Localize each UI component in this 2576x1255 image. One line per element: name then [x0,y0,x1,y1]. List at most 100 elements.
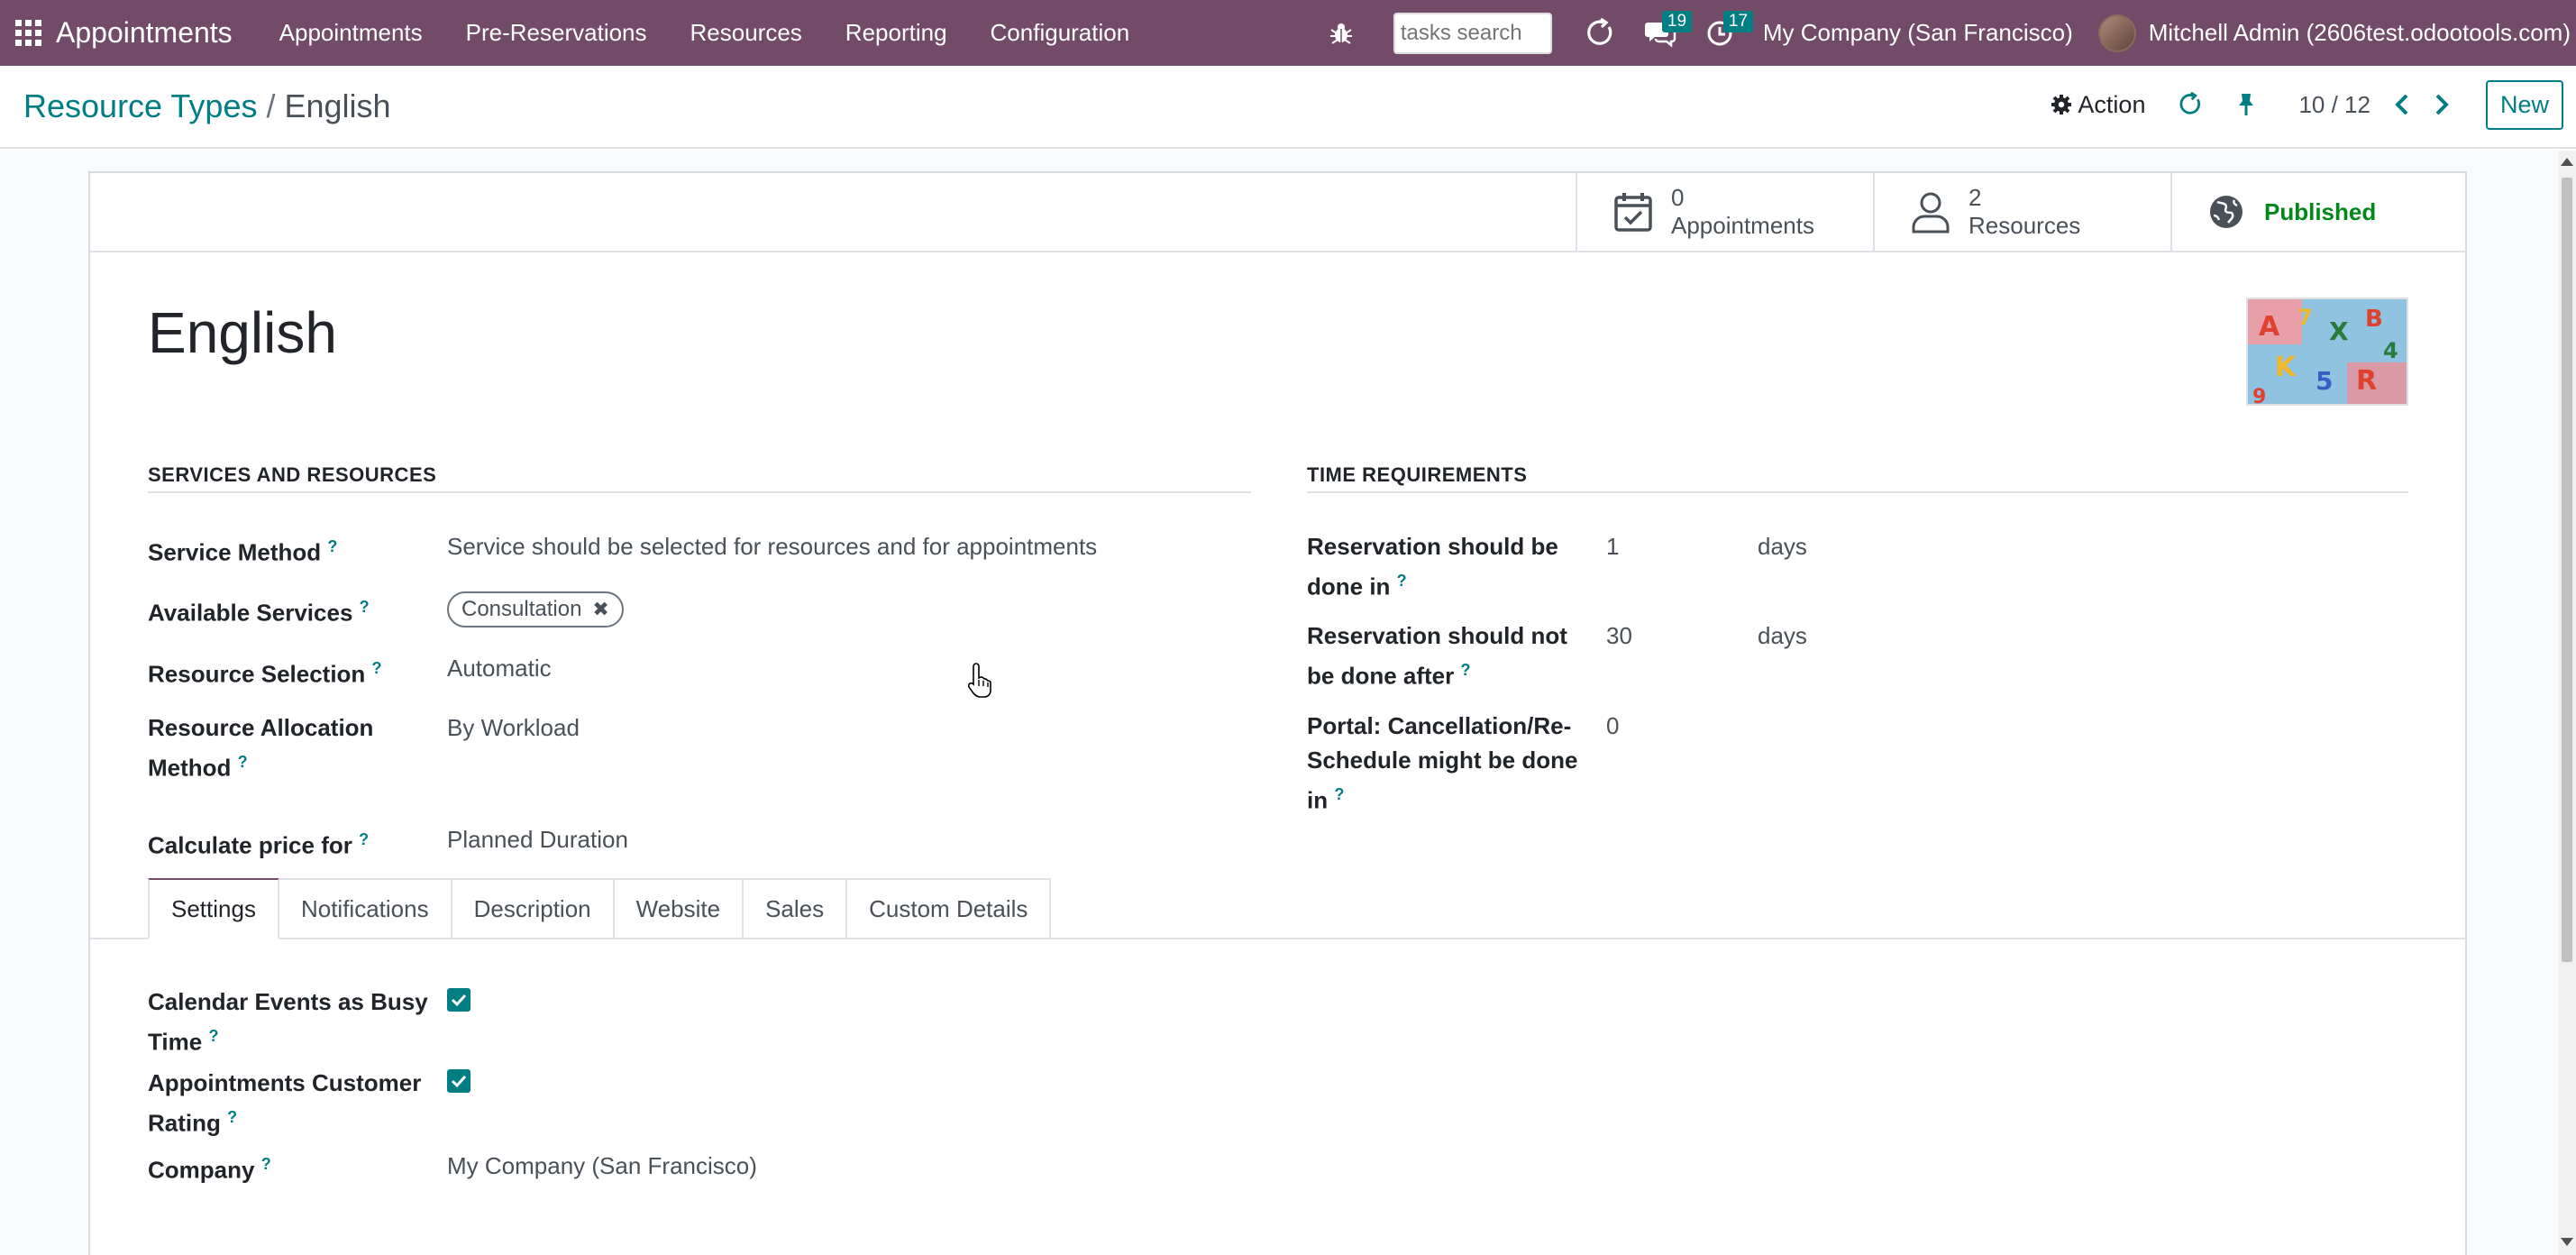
record-image[interactable]: A 7 X B K 5 R 4 9 [2246,298,2408,406]
help-icon[interactable]: ? [1397,572,1407,590]
help-icon[interactable]: ? [208,1027,218,1045]
appointments-smart-button[interactable]: 0 Appointments [1576,173,1873,251]
company-label: Company ? [148,1155,271,1184]
not-after-label: Reservation should not be done after ? [1307,622,1567,690]
discard-refresh-icon[interactable] [2178,92,2203,117]
time-section-divider [1307,491,2408,493]
company-value[interactable]: My Company (San Francisco) [447,1149,757,1183]
portal-cancellation-value[interactable]: 0 [1606,709,1619,743]
published-smart-button[interactable]: Published [2170,173,2465,251]
tab-website[interactable]: Website [614,878,744,939]
menu-configuration[interactable]: Configuration [969,19,1152,47]
menu-appointments[interactable]: Appointments [258,19,444,47]
messages-icon[interactable]: 19 [1630,0,1693,66]
svg-text:9: 9 [2252,386,2266,406]
breadcrumb-separator: / [266,87,276,124]
activities-badge: 17 [1722,11,1754,32]
done-in-unit: days [1758,533,1807,560]
menu-pre-reservations[interactable]: Pre-Reservations [444,19,669,47]
not-after-value[interactable]: 30 [1606,618,1632,653]
services-section-title: SERVICES AND RESOURCES [148,463,437,486]
pin-icon[interactable] [2235,92,2257,117]
svg-text:A: A [2259,311,2280,343]
new-button[interactable]: New [2485,79,2563,130]
tab-notifications[interactable]: Notifications [279,878,452,939]
service-tag-consultation[interactable]: Consultation ✖ [447,591,624,628]
control-actions: Action 10 / 12 New [2051,78,2563,131]
appointments-count: 0 [1671,184,1685,211]
scrollbar-thumb[interactable] [2562,178,2572,962]
svg-text:X: X [2329,316,2349,346]
breadcrumb-resource-types[interactable]: Resource Types [23,87,257,124]
user-menu[interactable]: Mitchell Admin (2606test.odootools.com) [2149,19,2576,47]
notebook-tabs: Settings Notifications Description Websi… [148,878,1052,939]
help-icon[interactable]: ? [1460,661,1470,679]
checkmark-icon [451,1075,467,1088]
resource-selection-label: Resource Selection ? [148,659,382,688]
resource-selection-value[interactable]: Automatic [447,651,552,685]
help-icon[interactable]: ? [327,537,337,555]
scroll-down-arrow-icon[interactable] [2561,1238,2573,1246]
tab-description[interactable]: Description [452,878,615,939]
smart-button-box: 0 Appointments 2 Resources Published [90,173,2465,252]
company-switcher[interactable]: My Company (San Francisco) [1749,19,2098,47]
resources-smart-button[interactable]: 2 Resources [1873,173,2170,251]
messages-badge: 19 [1661,11,1693,32]
svg-text:K: K [2275,352,2297,383]
app-brand[interactable]: Appointments [56,16,233,50]
menu-reporting[interactable]: Reporting [824,19,969,47]
user-avatar[interactable] [2097,14,2136,52]
service-method-label: Service Method ? [148,537,338,566]
help-icon[interactable]: ? [261,1155,271,1173]
customer-rating-label: Appointments Customer Rating ? [148,1069,422,1137]
allocation-method-value[interactable]: By Workload [447,710,580,745]
price-value[interactable]: Planned Duration [447,822,628,857]
svg-text:R: R [2356,365,2377,397]
chevron-right-icon[interactable] [2434,93,2450,116]
tab-sales[interactable]: Sales [744,878,848,939]
control-panel: Resource Types / English Action 10 / 12 Ne… [0,66,2576,149]
action-label: Action [2078,90,2146,118]
help-icon[interactable]: ? [238,753,248,771]
action-button[interactable]: Action [2051,91,2145,119]
customer-rating-checkbox[interactable] [447,1069,470,1093]
activities-clock-icon[interactable]: 17 [1691,0,1754,66]
tag-remove-icon[interactable]: ✖ [592,598,608,621]
published-label: Published [2264,197,2377,225]
busy-time-checkbox[interactable] [447,988,470,1012]
app-menu-icon[interactable] [0,0,56,66]
refresh-icon[interactable] [1570,0,1630,66]
help-icon[interactable]: ? [360,598,370,616]
hand-cursor-icon [967,662,994,702]
available-services-label: Available Services ? [148,598,370,627]
tasks-search-input[interactable] [1393,12,1552,54]
help-icon[interactable]: ? [227,1108,237,1126]
top-navbar: Appointments Appointments Pre-Reservatio… [0,0,2576,66]
busy-time-label: Calendar Events as Busy Time ? [148,988,428,1056]
tag-label: Consultation [461,597,582,621]
scroll-up-arrow-icon[interactable] [2561,158,2573,166]
svg-text:7: 7 [2297,305,2313,330]
form-sheet: 0 Appointments 2 Resources Published Engli… [88,171,2467,1255]
navbar-systray: 19 17 My Company (San Francisco) Mitchel… [1314,0,2576,66]
tab-custom-details[interactable]: Custom Details [847,878,1052,939]
time-section-title: TIME REQUIREMENTS [1307,463,1528,486]
help-icon[interactable]: ? [372,659,382,677]
service-method-value[interactable]: Service should be selected for resources… [447,529,1097,563]
menu-resources[interactable]: Resources [669,19,824,47]
resources-label: Resources [1969,212,2081,239]
chevron-left-icon[interactable] [2394,93,2410,116]
pager-value[interactable]: 10 / 12 [2298,91,2370,119]
resources-count: 2 [1969,184,1982,211]
gear-icon [2051,95,2072,115]
help-icon[interactable]: ? [1334,785,1344,803]
debug-bug-icon[interactable] [1314,0,1368,66]
svg-text:4: 4 [2383,338,2398,363]
tab-settings[interactable]: Settings [148,878,279,939]
checkmark-icon [451,994,467,1007]
help-icon[interactable]: ? [359,830,369,848]
done-in-value[interactable]: 1 [1606,529,1619,563]
svg-text:B: B [2365,306,2383,333]
page-scrollbar[interactable] [2558,151,2576,1255]
record-title[interactable]: English [148,299,337,366]
